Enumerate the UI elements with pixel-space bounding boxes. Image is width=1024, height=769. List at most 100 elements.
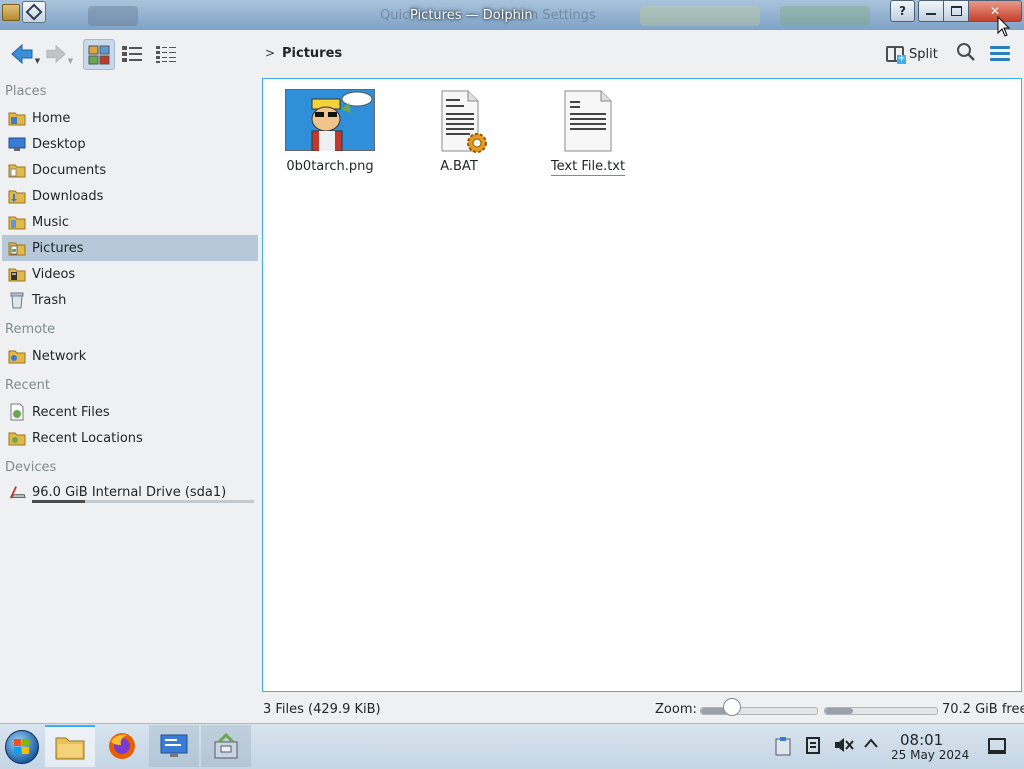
sidebar-item-trash[interactable]: Trash [2,287,258,313]
forward-arrow-icon [46,44,66,64]
dropdown-arrow-icon: ▼ [34,57,41,65]
sidebar-item-pictures[interactable]: Pictures [2,235,258,261]
file-view[interactable]: 0b0tarch.png A.BAT Text File.txt [262,78,1022,692]
sidebar-item-recent-locations[interactable]: Recent Locations [2,425,258,451]
zoom-slider[interactable] [700,707,818,715]
free-space-fill [825,708,853,714]
details-view-icon [156,45,176,63]
sidebar-item-desktop[interactable]: Desktop [2,131,258,157]
search-button[interactable] [956,42,976,66]
sidebar-item-label: Home [32,110,71,126]
music-folder-icon [8,213,26,231]
breadcrumb[interactable]: Pictures [282,46,342,61]
breadcrumb-chevron-icon[interactable]: > [265,46,275,60]
background-window-title: Quic [380,8,410,23]
back-arrow-icon [11,44,33,64]
sidebar-item-label: Videos [32,266,76,282]
split-view-icon: + [886,46,906,64]
clock-date[interactable]: 25 May 2024 [891,748,969,762]
sidebar-item-documents[interactable]: Documents [2,157,258,183]
search-icon [957,43,975,61]
sidebar-item-recent-files[interactable]: Recent Files [2,399,258,425]
volume-muted-icon [835,738,854,752]
minimize-icon [926,12,936,15]
back-button[interactable]: ▼ [8,39,42,69]
recent-section-title: Recent [5,378,50,393]
drive-icon [8,483,26,501]
batch-script-icon [414,89,504,153]
hamburger-menu-button[interactable] [990,46,1010,64]
status-bar: 3 Files (429.9 KiB) Zoom: 70.2 GiB free [0,696,1024,722]
help-button[interactable]: ? [890,0,915,22]
blurred-background [88,6,138,26]
hamburger-line [990,52,1010,55]
toolbar: ▼ ▼ > Pictures + Split [0,30,1024,78]
file-name: A.BAT [440,159,478,174]
sidebar-item-videos[interactable]: Videos [2,261,258,287]
remote-section-title: Remote [5,322,56,337]
documents-folder-icon [8,161,26,179]
start-menu-button[interactable] [5,730,39,764]
tray-notes[interactable] [805,736,821,758]
icons-view-button[interactable] [83,39,115,70]
free-space-bar [824,707,938,715]
compact-view-button[interactable] [117,39,147,68]
blurred-background [780,6,870,26]
show-desktop-button[interactable] [988,738,1006,754]
file-item[interactable]: Text File.txt [535,89,641,176]
start-logo-icon [14,739,29,754]
chevron-up-icon [864,738,878,748]
text-file-icon [543,89,633,153]
drive-usage-fill [32,500,86,503]
sidebar-item-label: Music [32,214,69,230]
taskbar-file-manager[interactable] [45,725,95,767]
places-panel: Places Home Desktop Documents Downloads … [0,78,262,723]
forward-button[interactable]: ▼ [44,39,74,69]
folder-summary: 3 Files (429.9 KiB) [263,702,381,717]
tray-clipboard[interactable] [775,736,791,760]
maximize-icon [950,6,962,16]
file-name: Text File.txt [550,159,626,176]
dolphin-app-icon [2,4,20,21]
sidebar-item-music[interactable]: Music [2,209,258,235]
sidebar-item-label: Network [32,348,87,364]
videos-folder-icon [8,265,26,283]
drive-usage-bar [32,500,254,503]
hamburger-menu-icon [990,46,1010,49]
recent-locations-icon [8,429,26,447]
close-button[interactable]: ✕ [969,0,1022,22]
window-menu-button[interactable] [22,1,46,23]
taskbar-firefox[interactable] [97,725,147,767]
sidebar-item-network[interactable]: Network [2,343,258,369]
clock-time[interactable]: 08:01 [900,731,943,749]
file-item[interactable]: 0b0tarch.png [277,89,383,174]
question-icon: ? [899,4,906,18]
package-manager-icon [214,732,238,759]
split-button-label: Split [909,46,938,62]
taskbar-package-manager[interactable] [201,725,251,767]
network-folder-icon [8,347,26,365]
background-window-title: n Settings [530,8,596,23]
sidebar-item-label: Documents [32,162,107,178]
maximize-button[interactable] [944,0,969,22]
file-name: 0b0tarch.png [286,159,374,174]
hamburger-line [990,58,1010,61]
file-item[interactable]: A.BAT [406,89,512,174]
sidebar-item-label: Pictures [32,240,84,256]
tray-expander[interactable] [863,736,879,754]
sidebar-item-downloads[interactable]: Downloads [2,183,258,209]
title-bar[interactable]: Quic n Settings Pictures — Dolphin ? ✕ [0,0,1024,30]
details-view-button[interactable] [151,39,181,68]
places-section-title: Places [5,84,47,99]
split-button[interactable]: + Split [886,42,938,66]
sidebar-item-home[interactable]: Home [2,105,258,131]
mouse-cursor-icon [997,16,1011,37]
home-folder-icon [8,109,26,127]
taskbar: 08:01 25 May 2024 [0,723,1024,769]
minimize-button[interactable] [918,0,944,22]
trash-icon [8,291,26,309]
tray-volume[interactable] [834,736,854,758]
icons-view-icon [88,45,110,64]
pictures-folder-icon [8,239,26,257]
taskbar-system-settings[interactable] [149,725,199,767]
